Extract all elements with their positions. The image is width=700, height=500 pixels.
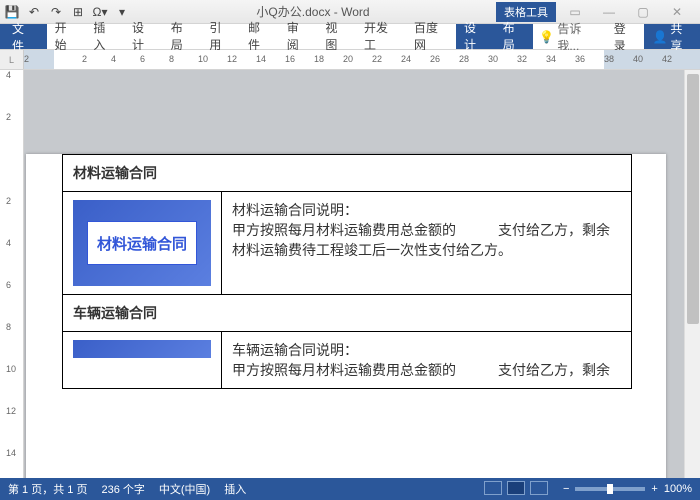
page-count[interactable]: 第 1 页，共 1 页 [8,481,87,497]
baidu-tab[interactable]: 百度网 [406,24,456,49]
zoom-slider[interactable] [575,487,645,491]
horizontal-ruler-area: L 22468101214161820222426283032343638404… [0,50,700,70]
table-cell-body[interactable]: 车辆运输合同说明： 甲方按照每月材料运输费用总金额的 支付给乙方，剩余 [222,332,632,389]
table-layout-tab[interactable]: 布局 [495,24,534,49]
table-design-tab[interactable]: 设计 [456,24,495,49]
quick-access-toolbar: 💾 ↶ ↷ ⊞ Ω▾ ▾ [4,4,130,20]
minimize-icon[interactable]: — [596,4,622,20]
share-button[interactable]: 👤共享 [644,24,700,49]
mailings-tab[interactable]: 邮件 [240,24,279,49]
save-icon[interactable]: 💾 [4,4,20,20]
table-row-header[interactable]: 车辆运输合同 [63,295,632,332]
horizontal-ruler[interactable]: 224681012141618202224262830323436384042 [24,50,700,69]
review-tab[interactable]: 审阅 [279,24,318,49]
tell-me-search[interactable]: 💡告诉我... [533,24,605,49]
references-tab[interactable]: 引用 [201,24,240,49]
person-icon: 👤 [652,30,667,44]
table-cell-image[interactable]: 材料运输合同 [63,192,222,295]
redo-icon[interactable]: ↷ [48,4,64,20]
read-mode-icon[interactable] [484,481,502,495]
contract-image-label: 材料运输合同 [87,221,197,265]
vertical-ruler[interactable]: 422468101214 [0,70,24,478]
maximize-icon[interactable]: ▢ [630,4,656,20]
developer-tab[interactable]: 开发工 [356,24,406,49]
zoom-control: − + 100% [563,483,692,495]
layout-tab[interactable]: 布局 [163,24,202,49]
table-icon[interactable]: ⊞ [70,4,86,20]
ribbon-display-icon[interactable]: ▭ [562,4,588,20]
word-count[interactable]: 236 个字 [101,481,144,497]
tab-selector[interactable]: L [0,50,24,69]
view-buttons [483,481,549,498]
close-icon[interactable]: ✕ [664,4,690,20]
document-area: 422468101214 材料运输合同 材料运输合同 材料运输合同说明： 甲方按… [0,70,700,478]
document-title: 小Q办公.docx - Word [130,3,496,20]
ribbon-tabs: 文件 开始 插入 设计 布局 引用 邮件 审阅 视图 开发工 百度网 设计 布局… [0,24,700,50]
qat-dropdown-icon[interactable]: ▾ [114,4,130,20]
vertical-scrollbar[interactable] [684,70,700,478]
zoom-level[interactable]: 100% [664,483,692,495]
document-table[interactable]: 材料运输合同 材料运输合同 材料运输合同说明： 甲方按照每月材料运输费用总金额的… [62,154,632,389]
symbol-icon[interactable]: Ω▾ [92,4,108,20]
file-tab[interactable]: 文件 [0,24,47,49]
language-status[interactable]: 中文(中国) [159,481,210,497]
page[interactable]: 材料运输合同 材料运输合同 材料运输合同说明： 甲方按照每月材料运输费用总金额的… [26,154,666,478]
home-tab[interactable]: 开始 [47,24,86,49]
table-cell-image[interactable] [63,332,222,389]
bulb-icon: 💡 [539,30,554,44]
zoom-in-button[interactable]: + [651,483,657,495]
design-tab[interactable]: 设计 [124,24,163,49]
insert-mode[interactable]: 插入 [224,481,246,497]
status-bar: 第 1 页，共 1 页 236 个字 中文(中国) 插入 − + 100% [0,478,700,500]
undo-icon[interactable]: ↶ [26,4,42,20]
window-controls: ▭ — ▢ ✕ [556,4,696,20]
page-viewport: 材料运输合同 材料运输合同 材料运输合同说明： 甲方按照每月材料运输费用总金额的… [24,70,700,478]
web-layout-icon[interactable] [530,481,548,495]
scroll-thumb[interactable] [687,74,699,324]
login-button[interactable]: 登录 [606,24,645,49]
table-cell-body[interactable]: 材料运输合同说明： 甲方按照每月材料运输费用总金额的 支付给乙方，剩余材料运输费… [222,192,632,295]
print-layout-icon[interactable] [507,481,525,495]
contract-image[interactable]: 材料运输合同 [73,200,211,286]
zoom-out-button[interactable]: − [563,483,569,495]
insert-tab[interactable]: 插入 [85,24,124,49]
table-row-header[interactable]: 材料运输合同 [63,155,632,192]
contract-image-partial[interactable] [73,340,211,358]
view-tab[interactable]: 视图 [317,24,356,49]
